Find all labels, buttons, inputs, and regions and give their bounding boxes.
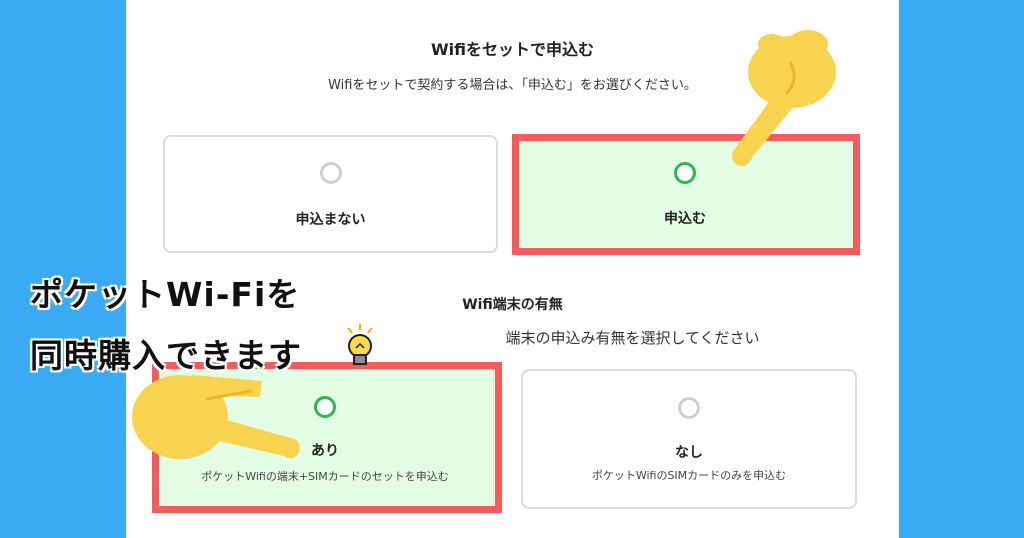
promo-text-line1: ポケットWi-Fiを (30, 275, 301, 314)
pointing-hand-icon (732, 30, 836, 166)
radio-button-without-device[interactable] (678, 397, 700, 419)
light-bulb-icon (347, 324, 373, 365)
option-without-device-label: なし (675, 445, 703, 461)
option-no-apply-label: 申込まない (295, 212, 366, 228)
promo-text-line2: 同時購入できます (30, 336, 302, 375)
option-without-device[interactable]: なし ポケットWifiのSIMカードのみを申込む (521, 369, 857, 509)
option-no-apply[interactable]: 申込まない (163, 135, 498, 253)
radio-button-no-apply[interactable] (319, 162, 342, 184)
option-without-device-sub: ポケットWifiのSIMカードのみを申込む (591, 469, 787, 482)
